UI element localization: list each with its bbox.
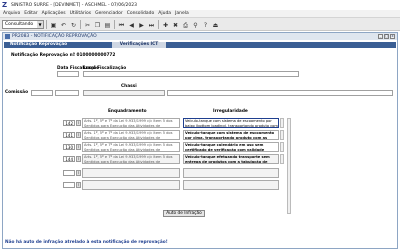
toolbar-divider xyxy=(46,19,47,29)
toolbar-divider xyxy=(158,19,159,29)
tab-bar-filler xyxy=(166,42,396,48)
maximize-icon[interactable]: □ xyxy=(384,34,389,39)
menu-aplicacoes[interactable]: Aplicações xyxy=(42,11,66,16)
print-icon[interactable]: ⎙ xyxy=(181,20,190,29)
prev-icon[interactable]: ◀ xyxy=(127,20,136,29)
lookup-button[interactable]: ⁝ xyxy=(76,182,81,188)
menu-janela[interactable]: Janela xyxy=(175,11,189,16)
add-icon[interactable]: ✚ xyxy=(161,20,170,29)
first-icon[interactable]: ⏮ xyxy=(117,20,126,29)
save-icon[interactable]: ▣ xyxy=(49,20,58,29)
irregularidade-cell[interactable]: Veículo-tanque calendário em uso sem cer… xyxy=(183,142,279,152)
paste-icon[interactable]: ▤ xyxy=(103,20,112,29)
menu-editar[interactable]: Editar xyxy=(24,11,37,16)
enquadramento-cell[interactable]: Arts. 1º, 5º e 7º da Lei 9.933/1999 c/c … xyxy=(82,118,180,128)
undo-icon[interactable]: ↶ xyxy=(59,20,68,29)
enquadramento-cell[interactable]: Arts. 1º, 5º e 7º da Lei 9.933/1999 c/c … xyxy=(82,142,180,152)
exit-icon[interactable]: ⏏ xyxy=(211,20,220,29)
row-number-field[interactable]: 130 xyxy=(63,144,75,150)
form-window: PR2083 - NOTIFICAÇÃO REPROVAÇÃO _ □ x No… xyxy=(2,32,398,249)
mode-select-value: Consultando xyxy=(5,21,34,27)
menu-arquivo[interactable]: Arquivo xyxy=(3,11,20,16)
chevron-down-icon[interactable]: ▼ xyxy=(37,20,43,28)
title-bar: Z SINISTRO SURRE - [DEVINMET] - ASCHMEL … xyxy=(0,0,400,10)
row-scrollbar[interactable] xyxy=(280,154,284,164)
menu-consolidado[interactable]: Consolidado xyxy=(127,11,155,16)
comissao-code-field[interactable] xyxy=(31,90,53,96)
lookup-button[interactable]: ⁝ xyxy=(76,132,81,138)
close-icon[interactable]: x xyxy=(390,34,395,39)
lookup-button[interactable]: ⁝ xyxy=(76,156,81,162)
next-icon[interactable]: ▶ xyxy=(137,20,146,29)
irregularidade-cell[interactable]: Veículo-tanque com sistema de escoamento… xyxy=(183,130,279,140)
lookup-button[interactable]: ⁝ xyxy=(76,170,81,176)
lookup-button[interactable]: ⁝ xyxy=(76,144,81,150)
chassi-code-field[interactable] xyxy=(83,90,165,96)
irregularidade-cell[interactable]: Veículo-tanque efetuando transporte sem … xyxy=(183,154,279,164)
window-title: SINISTRO SURRE - [DEVINMET] - ASCHMEL - … xyxy=(11,2,137,8)
menu-utilitarios[interactable]: Utilitários xyxy=(70,11,92,16)
copy-icon[interactable]: ❐ xyxy=(93,20,102,29)
row-number-field[interactable]: 141 xyxy=(63,132,75,138)
row-scrollbar[interactable] xyxy=(280,118,284,128)
form-title: PR2083 - NOTIFICAÇÃO REPROVAÇÃO xyxy=(12,34,97,39)
enquadramento-header: Enquadramento xyxy=(108,109,147,114)
form-icon xyxy=(5,34,10,39)
enquadramento-cell[interactable] xyxy=(82,180,180,190)
data-fiscalizacao-field[interactable] xyxy=(57,71,79,77)
irregularidade-cell[interactable] xyxy=(183,168,279,178)
row-scrollbar[interactable] xyxy=(280,142,284,152)
chassi-field[interactable] xyxy=(167,90,393,96)
grid-scrollbar[interactable] xyxy=(287,118,291,214)
form-title-bar: PR2083 - NOTIFICAÇÃO REPROVAÇÃO _ □ x xyxy=(3,33,397,40)
cut-icon[interactable]: ✂ xyxy=(83,20,92,29)
mode-select[interactable]: Consultando ▼ xyxy=(2,19,44,29)
row-scrollbar[interactable] xyxy=(280,130,284,140)
row-number-field[interactable]: 142 xyxy=(63,120,75,126)
toolbar-divider xyxy=(80,19,81,29)
enquadramento-cell[interactable]: Arts. 1º, 5º e 7º da Lei 9.933/1999 c/c … xyxy=(82,130,180,140)
menu-gerenciador[interactable]: Gerenciador xyxy=(95,11,123,16)
app-logo: Z xyxy=(2,1,8,9)
irregularidade-cell[interactable]: Veículo-tanque com sistema de escoamento… xyxy=(183,118,279,128)
auto-infracao-button[interactable]: Auto de Infração xyxy=(163,210,205,217)
tab-verificacoes[interactable]: Verificações ICT xyxy=(112,42,166,48)
minimize-icon[interactable]: _ xyxy=(378,34,383,39)
menu-ajuda[interactable]: Ajuda xyxy=(158,11,171,16)
search-icon[interactable]: ⚲ xyxy=(191,20,200,29)
irregularidade-cell[interactable] xyxy=(183,180,279,190)
menu-bar: Arquivo Editar Aplicações Utilitários Ge… xyxy=(0,10,400,18)
last-icon[interactable]: ⏭ xyxy=(147,20,156,29)
notification-number: Notificação Reprovação nº 0100000000772 xyxy=(11,53,116,58)
comissao-field[interactable] xyxy=(55,90,79,96)
status-message: Não há auto de infração atrelado à esta … xyxy=(5,240,168,245)
enquadramento-cell[interactable]: Arts. 1º, 5º e 7º da Lei 9.933/1999 c/c … xyxy=(82,154,180,164)
refresh-icon[interactable]: ↻ xyxy=(69,20,78,29)
window-controls: _ □ x xyxy=(378,34,395,39)
irregularidade-header: Irregularidade xyxy=(213,109,248,114)
row-number-field[interactable]: 144 xyxy=(63,156,75,162)
local-fiscalizacao-field[interactable] xyxy=(83,71,299,77)
row-number-field[interactable] xyxy=(63,182,75,188)
help-icon[interactable]: ? xyxy=(201,20,210,29)
comissao-label: Comissão xyxy=(5,90,29,95)
enquadramento-cell[interactable] xyxy=(82,168,180,178)
delete-icon[interactable]: ✖ xyxy=(171,20,180,29)
lookup-button[interactable]: ⁝ xyxy=(76,120,81,126)
tab-bar: Notificação Reprovação Verificações ICT xyxy=(4,42,396,48)
toolbar-divider xyxy=(114,19,115,29)
row-number-field[interactable] xyxy=(63,170,75,176)
toolbar: Consultando ▼ ▣ ↶ ↻ ✂ ❐ ▤ ⏮ ◀ ▶ ⏭ ✚ ✖ ⎙ … xyxy=(0,18,400,31)
chassi-label: Chassi xyxy=(121,84,137,89)
tab-notificacao[interactable]: Notificação Reprovação xyxy=(4,42,112,48)
